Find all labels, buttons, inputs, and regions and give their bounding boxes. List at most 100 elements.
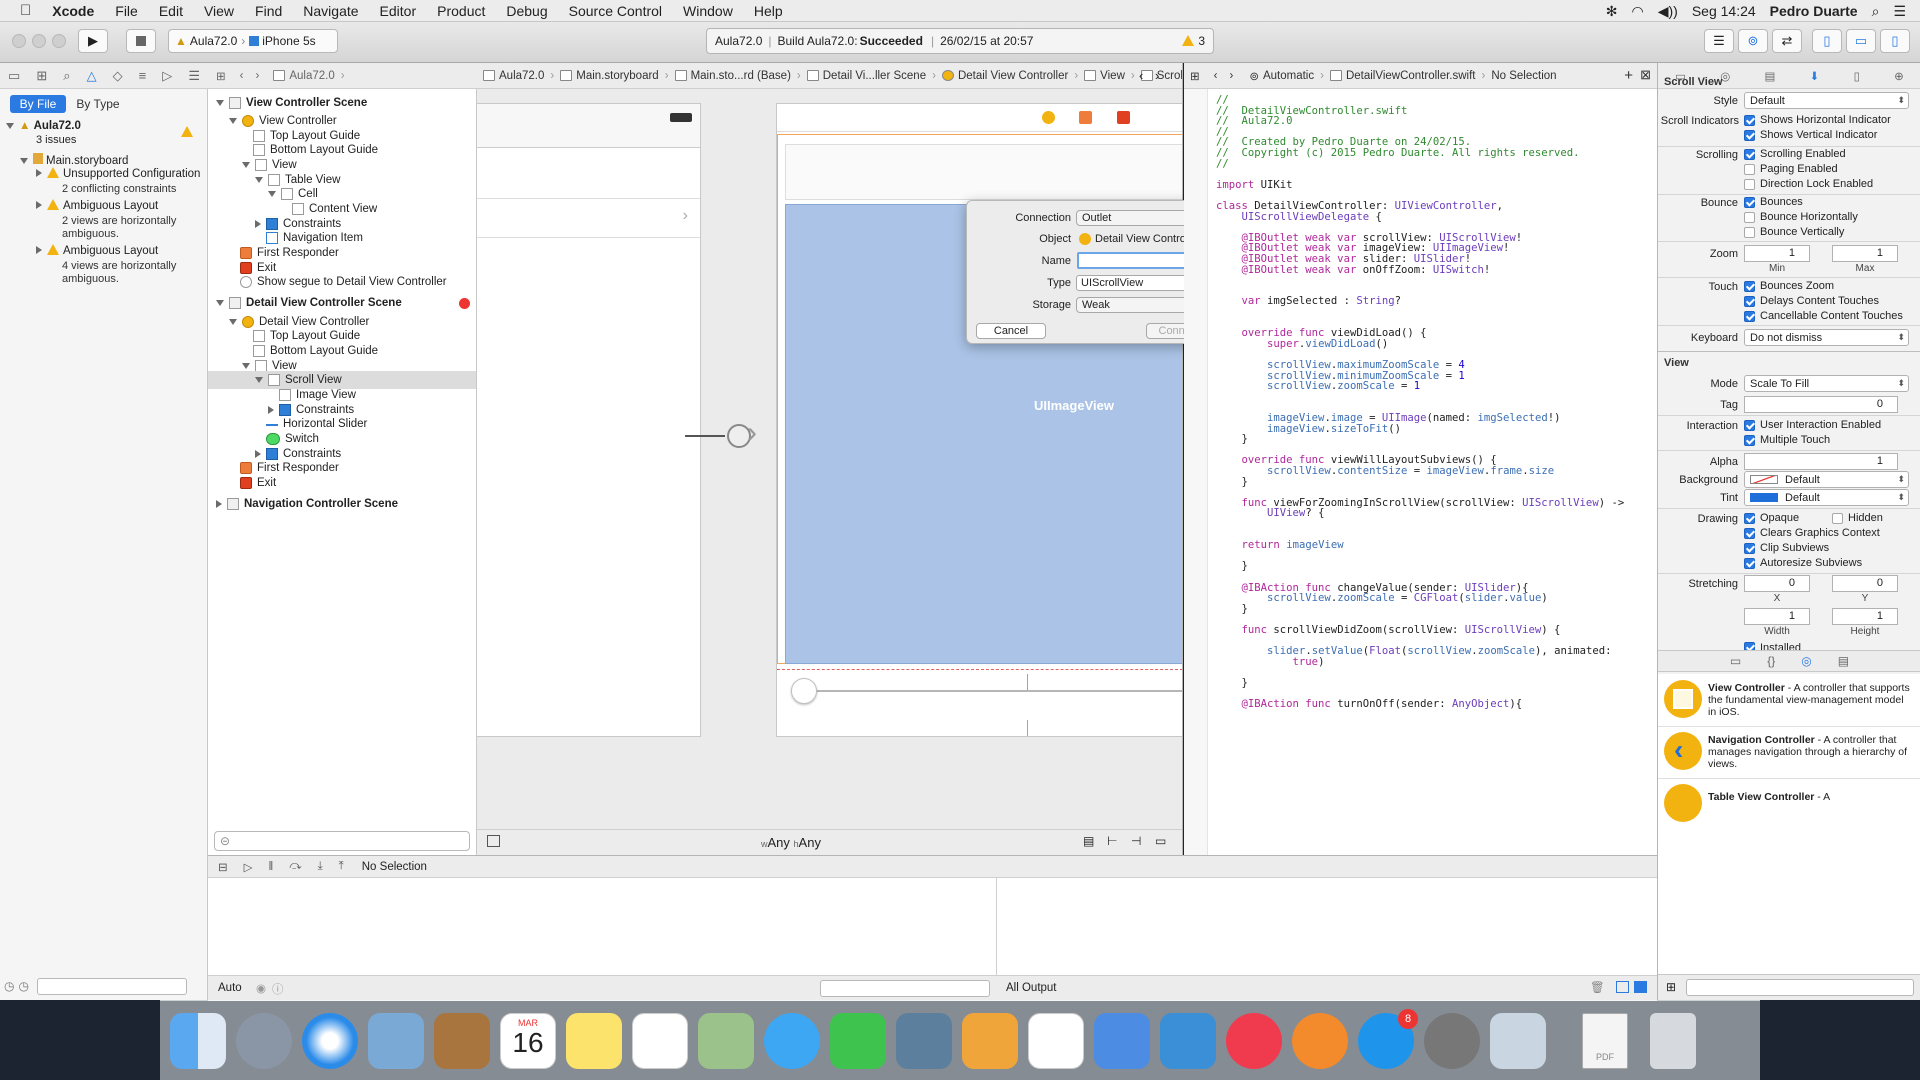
keynote-icon[interactable] — [1094, 1013, 1150, 1069]
grid-icon[interactable]: ⊞ — [216, 69, 226, 83]
code-line[interactable]: import UIKit — [1216, 179, 1293, 191]
menu-user[interactable]: Pedro Duarte — [1770, 3, 1858, 19]
show-horizontal-checkbox[interactable]: Shows Horizontal Indicator — [1744, 114, 1891, 126]
breakpoints-toggle-icon[interactable]: ▷ — [244, 860, 253, 874]
outline-scene-row[interactable]: Detail View Controller Scene — [208, 294, 476, 312]
first-responder-dock-icon[interactable] — [1079, 111, 1092, 124]
issues-scope-icon[interactable]: ◷ — [18, 979, 28, 993]
multiple-touch-checkbox[interactable]: Multiple Touch — [1744, 434, 1830, 446]
version-editor-button[interactable]: ⇄ — [1772, 29, 1802, 53]
outline-row[interactable]: Show segue to Detail View Controller — [208, 273, 476, 291]
connections-inspector-icon[interactable]: ⊕ — [1894, 69, 1904, 83]
outline-filter-input[interactable]: ⊝ — [214, 831, 470, 851]
preview-icon[interactable] — [1490, 1013, 1546, 1069]
menu-source-control[interactable]: Source Control — [569, 3, 662, 19]
forward-icon[interactable]: › — [1155, 68, 1159, 83]
assistant-selection[interactable]: No Selection — [1491, 70, 1556, 82]
user-interaction-checkbox[interactable]: User Interaction Enabled — [1744, 419, 1881, 431]
breakpoint-icon[interactable]: ▷ — [162, 68, 172, 84]
scheme-selector[interactable]: ▲ Aula72.0 › iPhone 5s — [168, 29, 338, 53]
code-line[interactable]: true) — [1216, 656, 1325, 668]
pause-icon[interactable]: ‖ — [269, 861, 274, 873]
autoresize-checkbox[interactable]: Autoresize Subviews — [1744, 557, 1862, 569]
maps-icon[interactable] — [698, 1013, 754, 1069]
minimize-window-button[interactable] — [32, 34, 46, 48]
identity-inspector-icon[interactable]: ▤ — [1765, 69, 1776, 83]
code-snippet-icon[interactable]: {} — [1767, 654, 1775, 668]
filter-by-type-button[interactable]: By Type — [70, 95, 126, 113]
related-items-icon[interactable]: ⊞ — [1190, 69, 1200, 83]
forward-icon[interactable]: › — [1229, 70, 1233, 82]
hidden-checkbox[interactable]: Hidden — [1832, 512, 1883, 524]
style-select[interactable]: Default — [1744, 92, 1909, 109]
media-library-icon[interactable]: ▤ — [1838, 654, 1849, 668]
system-preferences-icon[interactable] — [1424, 1013, 1480, 1069]
menu-navigate[interactable]: Navigate — [303, 3, 358, 19]
grid-view-icon[interactable]: ⊞ — [1666, 980, 1676, 994]
menu-edit[interactable]: Edit — [159, 3, 183, 19]
show-vertical-checkbox[interactable]: Shows Vertical Indicator — [1744, 129, 1877, 141]
report-icon[interactable]: ☰ — [188, 68, 200, 84]
exit-dock-icon[interactable] — [1117, 111, 1130, 124]
bounces-checkbox[interactable]: Bounces — [1744, 196, 1803, 208]
toggle-debug-button[interactable]: ▭ — [1846, 29, 1876, 53]
slider-thumb[interactable] — [791, 678, 817, 704]
calendar-icon[interactable]: MAR 16 — [500, 1013, 556, 1069]
attributes-inspector-icon[interactable]: ⬇ — [1810, 69, 1820, 83]
menu-debug[interactable]: Debug — [506, 3, 547, 19]
menu-product[interactable]: Product — [437, 3, 485, 19]
installed-checkbox[interactable]: Installed — [1744, 642, 1801, 650]
issue-icon[interactable]: △ — [87, 68, 97, 84]
code-line[interactable]: super.viewDidLoad() — [1216, 338, 1388, 350]
close-assistant-icon[interactable]: ⊠ — [1640, 67, 1651, 83]
code-line[interactable]: var imgSelected : String? — [1216, 296, 1401, 307]
outline-scene-row[interactable]: View Controller Scene — [208, 94, 476, 112]
trash-icon[interactable] — [1650, 1013, 1696, 1069]
notifications-icon[interactable]: ☰ — [1893, 3, 1906, 20]
menu-window[interactable]: Window — [683, 3, 733, 19]
filter-by-file-button[interactable]: By File — [10, 95, 66, 113]
table-view-controller-scene[interactable]: › — [477, 103, 701, 737]
issue-row[interactable]: Unsupported Configuration — [36, 167, 200, 180]
contacts-icon[interactable] — [434, 1013, 490, 1069]
storyboard-row[interactable]: Main.storyboard — [20, 153, 128, 167]
library-filter-input[interactable] — [1686, 979, 1914, 996]
code-line[interactable]: func scrollViewDidZoom(scrollView: UIScr… — [1216, 625, 1561, 636]
code-line[interactable]: return imageView — [1216, 540, 1344, 551]
close-window-button[interactable] — [12, 34, 26, 48]
outline-scene-row[interactable]: Navigation Controller Scene — [208, 495, 476, 513]
assistant-mode[interactable]: ⊚ Automatic › — [1249, 69, 1324, 83]
reminders-icon[interactable] — [632, 1013, 688, 1069]
hide-debug-icon[interactable]: ⊟ — [218, 860, 228, 874]
stop-button[interactable] — [126, 29, 156, 53]
menu-file[interactable]: File — [115, 3, 138, 19]
folder-icon[interactable]: ▭ — [8, 68, 20, 84]
tint-select[interactable]: Default — [1744, 489, 1909, 506]
pin-icon[interactable]: ⊣ — [1131, 834, 1141, 848]
find-icon[interactable]: ⌕ — [63, 68, 70, 84]
code-line[interactable]: scrollView.zoomScale = 1 — [1216, 381, 1420, 392]
code-line[interactable]: scrollView.zoomScale = CGFloat(slider.va… — [1216, 593, 1548, 604]
delays-touches-checkbox[interactable]: Delays Content Touches — [1744, 295, 1879, 307]
step-out-icon[interactable]: ⤒ — [339, 860, 344, 873]
code-line[interactable]: UIView? { — [1216, 508, 1324, 519]
view-controller-dock-icon[interactable] — [1042, 111, 1055, 124]
auto-variables-select[interactable]: Auto — [218, 982, 242, 994]
clears-context-checkbox[interactable]: Clears Graphics Context — [1744, 527, 1880, 539]
detail-view-controller-scene[interactable]: UIImageView — [776, 103, 1182, 737]
assistant-editor[interactable]: ⊞ ‹ › ⊚ Automatic › DetailViewController.s… — [1184, 63, 1657, 855]
back-icon[interactable]: ‹ — [1139, 68, 1143, 83]
app-store-icon[interactable]: 8 — [1358, 1009, 1418, 1069]
library-item-view-controller[interactable]: View Controller - A controller that supp… — [1708, 682, 1914, 718]
cancel-button[interactable]: Cancel — [976, 323, 1046, 339]
finder-icon[interactable] — [170, 1013, 226, 1069]
toggle-navigator-button[interactable]: ▯ — [1812, 29, 1842, 53]
issue-row[interactable]: Ambiguous Layout — [36, 244, 158, 257]
error-icon[interactable] — [459, 297, 470, 309]
forward-icon[interactable]: › — [255, 70, 259, 82]
code-line[interactable]: @IBOutlet weak var onOffZoom: UISwitch! — [1216, 264, 1491, 276]
code-line[interactable]: } — [1216, 603, 1248, 615]
test-icon[interactable]: ◇ — [113, 68, 123, 84]
numbers-icon[interactable] — [1028, 1013, 1084, 1069]
outline-row[interactable]: Exit — [208, 474, 476, 492]
